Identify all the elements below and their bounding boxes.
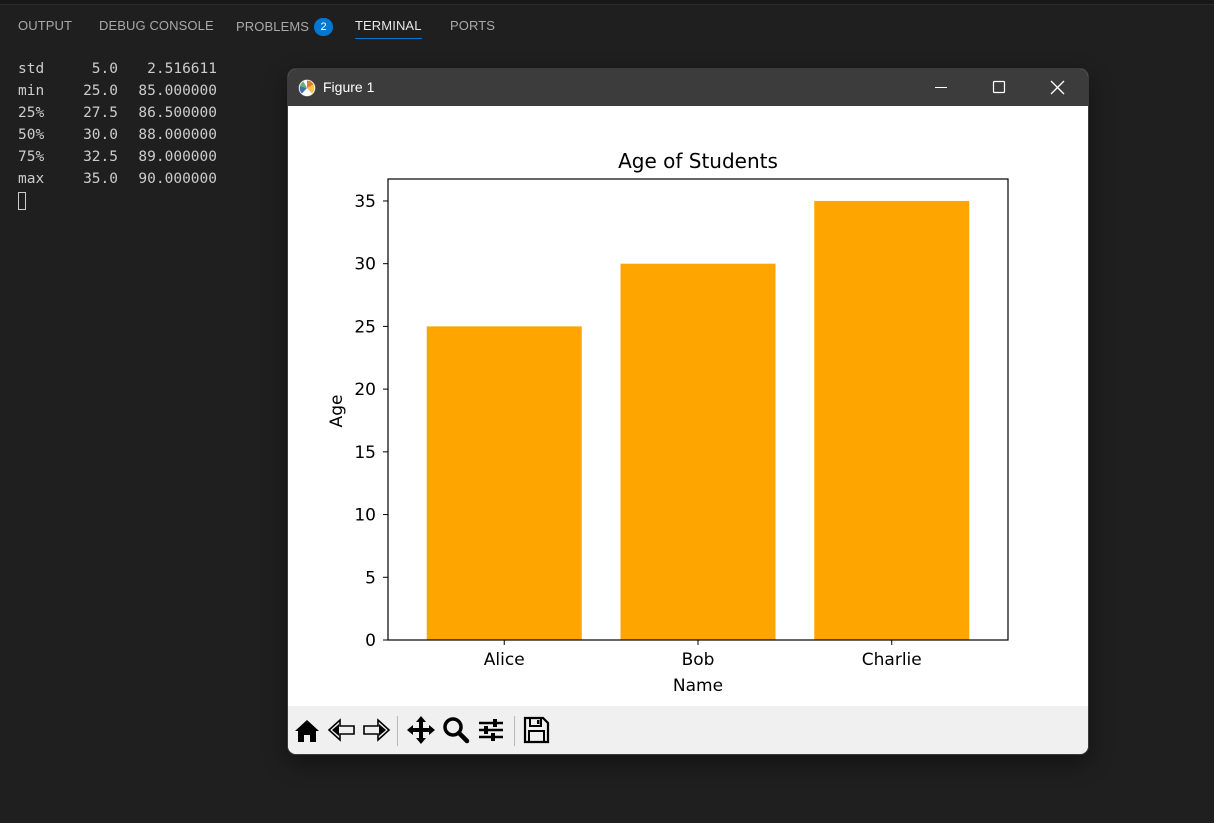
back-arrow-icon — [327, 718, 355, 742]
score-value: 85.000000 — [138, 83, 217, 99]
terminal-cursor — [18, 192, 26, 210]
figure-titlebar[interactable]: Figure 1 — [288, 69, 1088, 106]
y-tick-label: 10 — [354, 506, 376, 526]
y-tick-label: 5 — [365, 568, 376, 588]
tab-terminal[interactable]: TERMINAL — [355, 18, 422, 40]
save-button[interactable] — [519, 714, 553, 746]
bar-bob — [620, 263, 776, 640]
bar-charlie — [814, 200, 970, 640]
terminal-line: 75% 32.5 89.000000 — [18, 149, 217, 171]
pan-move-icon — [407, 716, 435, 744]
tab-problems-label: PROBLEMS — [236, 19, 310, 34]
zoom-magnifier-icon — [443, 717, 470, 744]
score-value: 88.000000 — [138, 127, 217, 143]
score-value: 2.516611 — [147, 61, 217, 77]
forward-button[interactable] — [359, 714, 393, 746]
score-value: 89.000000 — [138, 149, 217, 165]
score-value: 86.500000 — [138, 105, 217, 121]
minimize-button[interactable] — [912, 69, 970, 106]
configure-subplots-button[interactable] — [474, 714, 508, 746]
tab-output[interactable]: OUTPUT — [18, 18, 72, 40]
y-tick-label: 25 — [354, 317, 376, 337]
bar-chart: Age of Students Age Name 05101520253035 … — [327, 149, 1009, 696]
score-value: 90.000000 — [138, 171, 217, 187]
x-tick-label: Charlie — [862, 650, 922, 670]
forward-arrow-icon — [363, 718, 391, 742]
back-button[interactable] — [325, 714, 359, 746]
y-tick-label: 35 — [354, 192, 376, 212]
y-axis-label: Age — [327, 395, 347, 428]
tab-debug-console[interactable]: DEBUG CONSOLE — [99, 18, 214, 40]
maximize-icon — [992, 80, 1006, 94]
x-axis-label: Name — [673, 676, 723, 696]
y-tick-label: 20 — [354, 380, 376, 400]
active-tab-indicator — [355, 38, 422, 39]
bar-alice — [426, 326, 582, 640]
toolbar-separator — [514, 716, 515, 746]
terminal-line: max 35.0 90.000000 — [18, 171, 217, 193]
y-axis-ticks: 0 5 10 15 20 25 30 35 — [354, 192, 388, 651]
y-tick-label: 30 — [354, 255, 376, 275]
terminal-line: min 25.0 85.000000 — [18, 83, 217, 105]
terminal-line: 50% 30.0 88.000000 — [18, 127, 217, 149]
x-tick-label: Bob — [682, 650, 715, 670]
figure-canvas[interactable]: Age of Students Age Name 0 5 10 15 20 25 30 35 … — [288, 106, 1088, 706]
terminal-line: std 5.0 2.516611 — [18, 61, 217, 83]
x-tick-label: Alice — [484, 650, 525, 670]
close-icon — [1050, 80, 1065, 95]
y-tick-label: 15 — [354, 443, 376, 463]
problems-count-badge: 2 — [314, 18, 334, 36]
panel-tab-bar: OUTPUT DEBUG CONSOLE PROBLEMS 2 TERMINAL … — [0, 5, 1214, 41]
figure-window[interactable]: Figure 1 Age of Students Age Name 0 5 10 15… — [288, 69, 1088, 754]
window-title: Figure 1 — [323, 79, 375, 95]
x-axis-ticks: Alice Bob Charlie — [484, 640, 922, 670]
close-button[interactable] — [1028, 69, 1086, 106]
bars-layer — [426, 200, 970, 640]
toolbar-separator — [397, 716, 398, 746]
tab-ports[interactable]: PORTS — [450, 18, 495, 40]
y-tick-label: 0 — [365, 631, 376, 651]
zoom-button[interactable] — [439, 714, 473, 746]
home-icon — [295, 720, 319, 742]
figure-toolbar — [288, 706, 1088, 754]
chart-title: Age of Students — [618, 149, 778, 173]
save-icon — [523, 716, 550, 744]
configure-subplots-icon — [479, 719, 503, 741]
terminal-line: 25% 27.5 86.500000 — [18, 105, 217, 127]
tab-problems[interactable]: PROBLEMS 2 — [236, 18, 334, 40]
maximize-button[interactable] — [970, 69, 1028, 106]
minimize-icon — [935, 87, 947, 88]
matplotlib-app-icon — [298, 79, 316, 97]
home-button[interactable] — [290, 714, 324, 746]
pan-button[interactable] — [404, 714, 438, 746]
